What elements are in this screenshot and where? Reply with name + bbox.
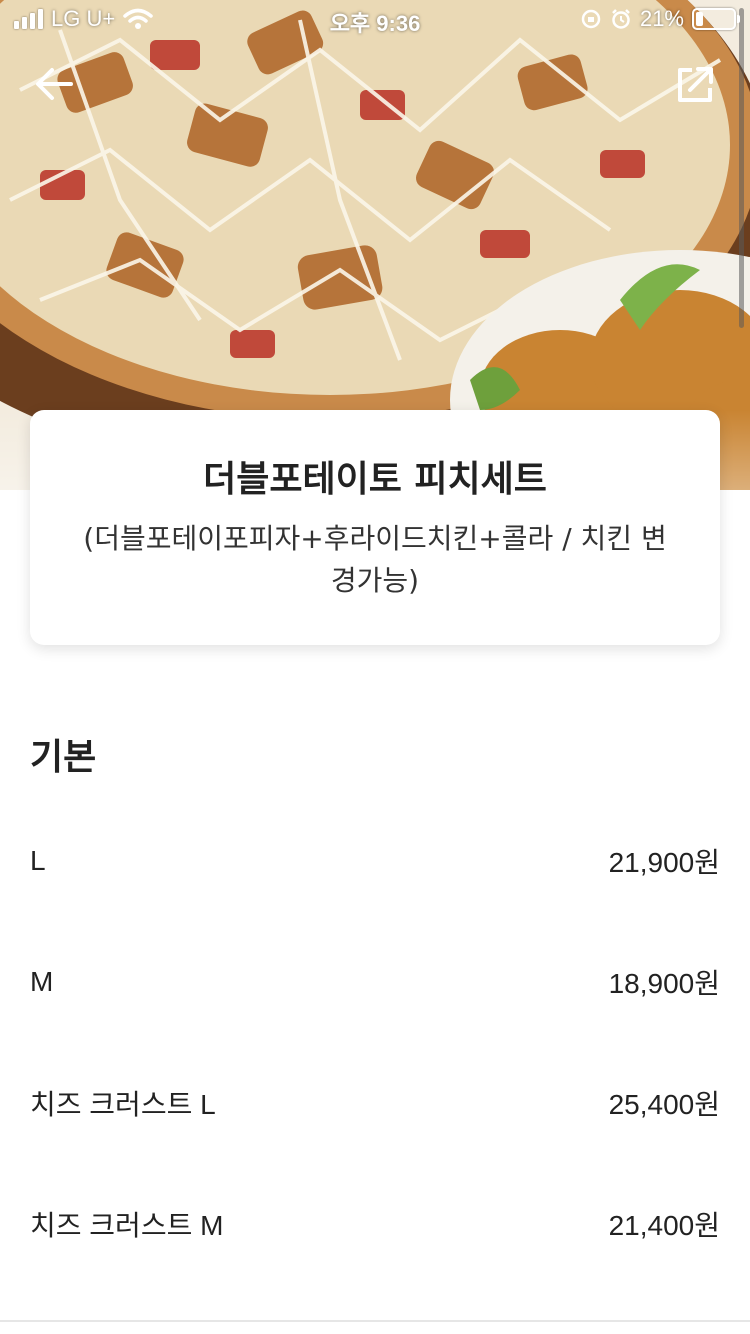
section-title: 기본 (30, 737, 97, 778)
alarm-icon (612, 9, 630, 29)
battery-fill (696, 12, 703, 26)
bottom-divider (0, 1320, 750, 1322)
price-option-cheese-crust-l[interactable]: 치즈 크러스트 L 25,400원 (30, 1042, 720, 1163)
option-price: 21,900원 (608, 846, 720, 878)
product-title-card: 더블포테이토 피치세트 (더블포테이포피자+후라이드치킨+콜라 / 치킨 변경가… (30, 410, 720, 645)
option-name: 치즈 크러스트 M (30, 1209, 224, 1241)
option-name: M (30, 965, 54, 997)
price-option-m[interactable]: M 18,900원 (30, 921, 720, 1042)
battery-icon (692, 8, 740, 30)
price-option-cheese-crust-m[interactable]: 치즈 크러스트 M 21,400원 (30, 1163, 720, 1284)
option-name: L (30, 844, 46, 876)
option-price: 18,900원 (608, 967, 720, 999)
battery-percent: 21% (639, 6, 684, 31)
share-button[interactable] (670, 58, 722, 110)
product-title: 더블포테이토 피치세트 (203, 459, 547, 500)
status-right: 21% (580, 6, 740, 32)
price-option-l[interactable]: L 21,900원 (30, 800, 720, 921)
option-price: 21,400원 (608, 1209, 720, 1241)
share-icon (678, 67, 713, 102)
product-description: (더블포테이포피자+후라이드치킨+콜라 / 치킨 변경가능) (83, 522, 667, 597)
scroll-indicator[interactable] (739, 8, 744, 328)
back-button[interactable] (28, 58, 80, 110)
status-bar: LG U+ 오후 9:36 21% (0, 0, 750, 40)
option-name: 치즈 크러스트 L (30, 1088, 216, 1120)
orientation-lock-icon (581, 9, 601, 29)
arrow-left-icon (36, 68, 73, 100)
option-price: 25,400원 (608, 1088, 720, 1120)
price-list: L 21,900원 M 18,900원 치즈 크러스트 L 25,400원 치즈… (30, 800, 720, 1284)
